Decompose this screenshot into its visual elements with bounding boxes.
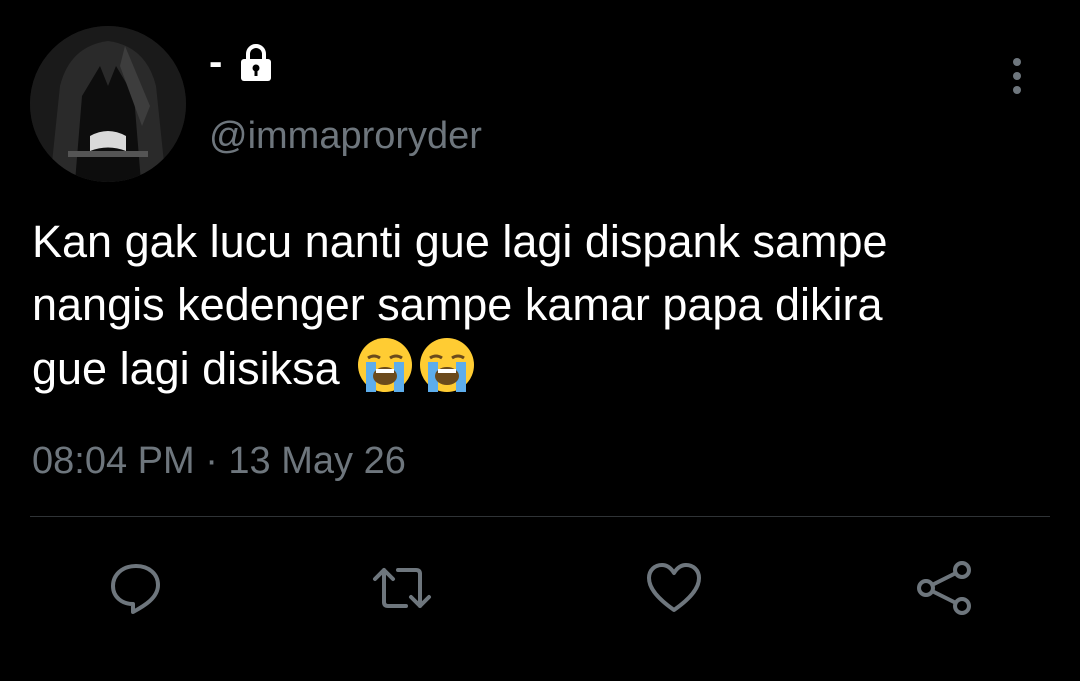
reply-button[interactable] [104,556,168,620]
loudly-crying-face-emoji: 😭 [418,336,476,394]
like-button[interactable] [642,556,706,620]
reply-icon [111,564,160,614]
display-name[interactable]: - [209,40,276,84]
tweet-timestamp[interactable]: 08:04 PM · 13 May 26 [32,437,406,485]
retweet-icon [373,568,431,608]
avatar[interactable] [30,26,186,182]
tweet-text-line: nangis kedenger sampe kamar papa dikira [32,279,883,330]
loudly-crying-face-emoji: 😭 [356,336,414,394]
display-name-text: - [209,40,223,84]
heart-icon [647,563,701,612]
divider [30,516,1050,517]
lock-icon [236,40,276,84]
more-vertical-icon[interactable] [1002,54,1032,98]
user-handle[interactable]: @immaproryder [209,114,482,158]
avatar-image [30,26,186,182]
tweet-text-line: gue lagi disiksa [32,343,353,394]
retweet-button[interactable] [370,556,434,620]
share-icon [917,561,971,615]
tweet-text-line: Kan gak lucu nanti gue lagi dispank samp… [32,216,888,267]
tweet-text: Kan gak lucu nanti gue lagi dispank samp… [32,210,1062,400]
share-button[interactable] [912,556,976,620]
